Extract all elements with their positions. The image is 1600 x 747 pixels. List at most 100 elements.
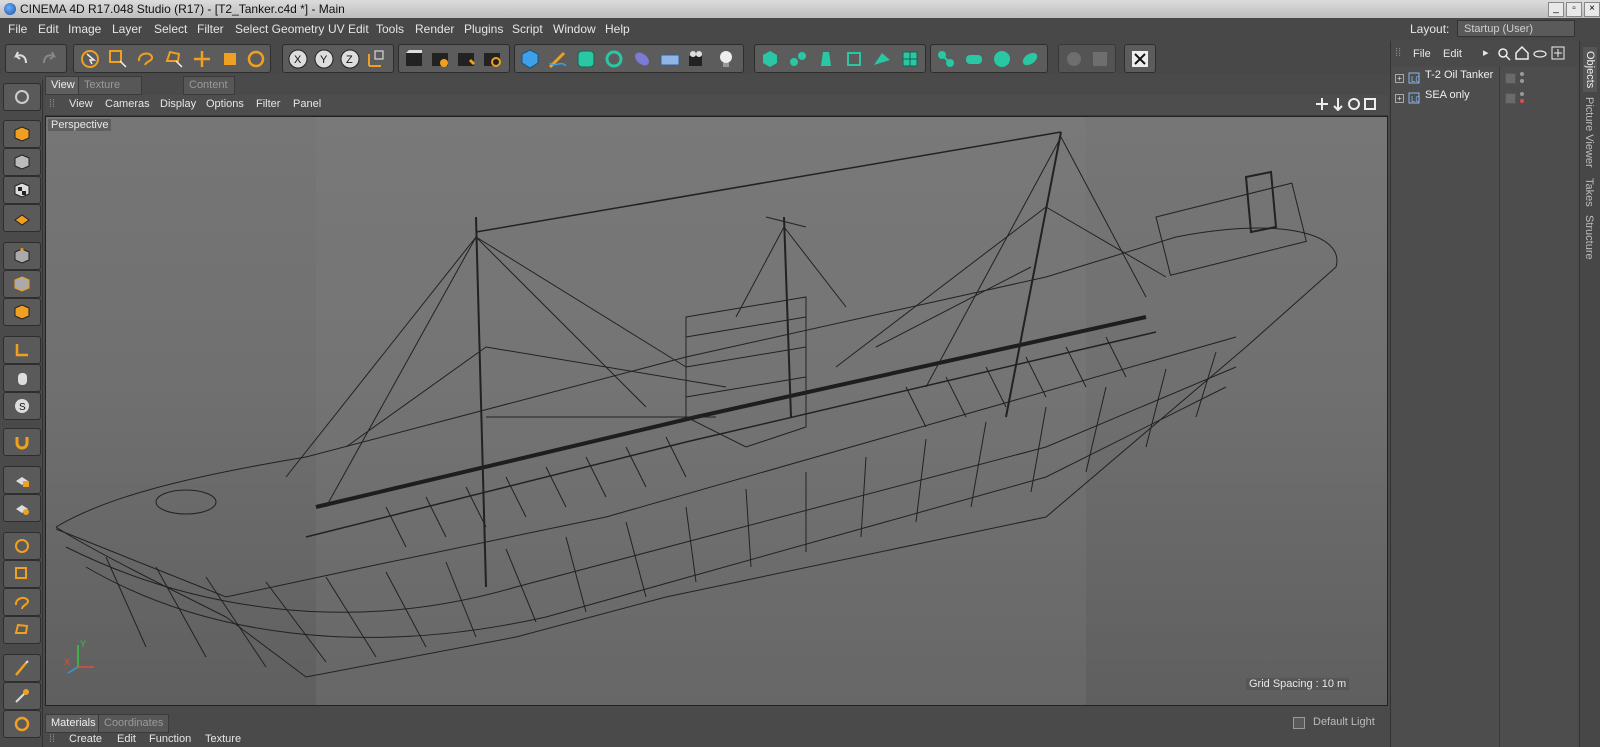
workplane-button[interactable] <box>3 204 41 232</box>
z-axis-icon[interactable]: Z <box>339 48 361 70</box>
deformer-icon[interactable] <box>631 48 653 70</box>
layer-swatch[interactable] <box>1505 93 1516 104</box>
lock-workplane-button[interactable] <box>3 466 41 494</box>
tweak-button[interactable] <box>3 364 41 392</box>
brush-button[interactable] <box>3 654 41 682</box>
pen-spline-icon[interactable] <box>547 48 569 70</box>
snap-button[interactable]: S <box>3 392 41 420</box>
render-settings-icon[interactable] <box>481 48 503 70</box>
layout-select[interactable]: Startup (User) <box>1457 20 1575 37</box>
editor-visibility-dot[interactable] <box>1520 72 1524 76</box>
home-icon[interactable] <box>1515 46 1529 60</box>
move-pointer-icon[interactable] <box>80 49 100 69</box>
scale-tool-icon[interactable] <box>220 49 240 69</box>
default-light-checkbox[interactable] <box>1293 717 1305 729</box>
render-view-icon[interactable] <box>403 48 425 70</box>
side-tab-structure[interactable]: Structure <box>1583 215 1595 260</box>
live-selection-button[interactable] <box>3 532 41 560</box>
menu-plugins[interactable]: Plugins <box>464 22 503 36</box>
make-editable-button[interactable] <box>3 83 41 111</box>
edges-mode-icon[interactable] <box>871 48 893 70</box>
side-tab-objects[interactable]: Objects <box>1583 47 1597 93</box>
floor-icon[interactable] <box>659 48 681 70</box>
pan-view-icon[interactable] <box>1315 97 1329 111</box>
zoom-view-icon[interactable] <box>1331 97 1345 111</box>
eye-icon[interactable] <box>1533 47 1547 61</box>
list-item[interactable]: + L0 T-2 Oil Tanker <box>1391 69 1577 87</box>
menu-edit[interactable]: Edit <box>38 22 59 36</box>
menu-uv-edit[interactable]: UV Edit <box>328 22 369 36</box>
edges-button[interactable] <box>3 270 41 298</box>
cube-icon[interactable] <box>519 48 541 70</box>
lasso-select-icon[interactable] <box>136 49 156 69</box>
tab-content-browser[interactable]: Content Browser <box>183 76 236 108</box>
render-visibility-dot[interactable] <box>1520 99 1524 103</box>
material-menu-create[interactable]: Create <box>69 733 102 745</box>
rectangle-select-icon[interactable] <box>108 49 128 69</box>
objects-menu-file[interactable]: File <box>1413 48 1431 60</box>
rotate-view-icon[interactable] <box>1347 97 1361 111</box>
tab-texture-manager[interactable]: Texture Manager... <box>78 76 142 108</box>
fullscreen-icon[interactable] <box>1129 48 1151 70</box>
viewport-perspective[interactable]: Perspective Y X Grid Spacing: 10 m <box>45 116 1388 706</box>
new-view-icon[interactable] <box>1551 46 1565 60</box>
menu-image[interactable]: Image <box>68 22 101 36</box>
texture-mode-icon[interactable] <box>815 48 837 70</box>
solo-mode-icon[interactable] <box>991 48 1013 70</box>
tab-materials[interactable]: Materials <box>45 714 102 733</box>
enable-snap-button[interactable] <box>3 428 41 456</box>
menu-layer[interactable]: Layer <box>112 22 142 36</box>
model-mode-icon[interactable] <box>759 48 781 70</box>
menu-help[interactable]: Help <box>605 22 630 36</box>
maximize-view-icon[interactable] <box>1363 97 1377 111</box>
axis-button[interactable] <box>3 336 41 364</box>
lasso-selection-button[interactable] <box>3 588 41 616</box>
restore-button[interactable]: ▫ <box>1566 2 1582 17</box>
menu-file[interactable]: File <box>8 22 27 36</box>
poly-selection-button[interactable] <box>3 616 41 644</box>
x-axis-icon[interactable]: X <box>287 48 309 70</box>
list-item[interactable]: + L0 SEA only <box>1391 89 1577 107</box>
viewport-menu-cameras[interactable]: Cameras <box>105 98 150 110</box>
object-mode-icon[interactable] <box>787 48 809 70</box>
menu-render[interactable]: Render <box>415 22 454 36</box>
menu-tools[interactable]: Tools <box>376 22 404 36</box>
polygon-select-icon[interactable] <box>164 49 184 69</box>
y-axis-icon[interactable]: Y <box>313 48 335 70</box>
tab-view[interactable]: View <box>45 76 81 95</box>
model-button[interactable] <box>3 120 41 148</box>
snap-icon[interactable] <box>1063 48 1085 70</box>
rotate-tool-icon[interactable] <box>246 49 266 69</box>
undo-icon[interactable] <box>12 50 30 66</box>
texture-axis-button[interactable] <box>3 176 41 204</box>
subdivision-surface-icon[interactable] <box>575 48 597 70</box>
viewport-menu-panel[interactable]: Panel <box>293 98 321 110</box>
render-visibility-dot[interactable] <box>1520 79 1524 83</box>
layer-swatch[interactable] <box>1505 73 1516 84</box>
render-to-picture-viewer-icon[interactable] <box>455 48 477 70</box>
viewport-menu-view[interactable]: View <box>69 98 93 110</box>
snap-settings-icon[interactable] <box>1089 48 1111 70</box>
points-button[interactable] <box>3 242 41 270</box>
axis-mode-icon[interactable] <box>963 48 985 70</box>
workplane-icon[interactable] <box>1019 48 1041 70</box>
texture-button[interactable] <box>3 148 41 176</box>
expand-toggle-icon[interactable]: + <box>1395 74 1404 83</box>
material-menu-edit[interactable]: Edit <box>117 733 136 745</box>
coordinate-system-icon[interactable] <box>365 48 387 70</box>
polygons-mode-icon[interactable] <box>899 48 921 70</box>
array-icon[interactable] <box>603 48 625 70</box>
camera-icon[interactable] <box>687 48 709 70</box>
side-tab-takes[interactable]: Takes <box>1583 178 1595 207</box>
menu-select[interactable]: Select <box>154 22 187 36</box>
redo-icon[interactable] <box>40 50 58 66</box>
render-region-icon[interactable] <box>429 48 451 70</box>
expand-toggle-icon[interactable]: + <box>1395 94 1404 103</box>
material-menu-function[interactable]: Function <box>149 733 191 745</box>
objects-menu-edit[interactable]: Edit <box>1443 48 1462 60</box>
tweak-mode-icon[interactable] <box>935 48 957 70</box>
move-tool-icon[interactable] <box>192 49 212 69</box>
points-mode-icon[interactable] <box>843 48 865 70</box>
objects-menu-more-icon[interactable]: ▸ <box>1483 46 1489 59</box>
menu-script[interactable]: Script <box>512 22 543 36</box>
